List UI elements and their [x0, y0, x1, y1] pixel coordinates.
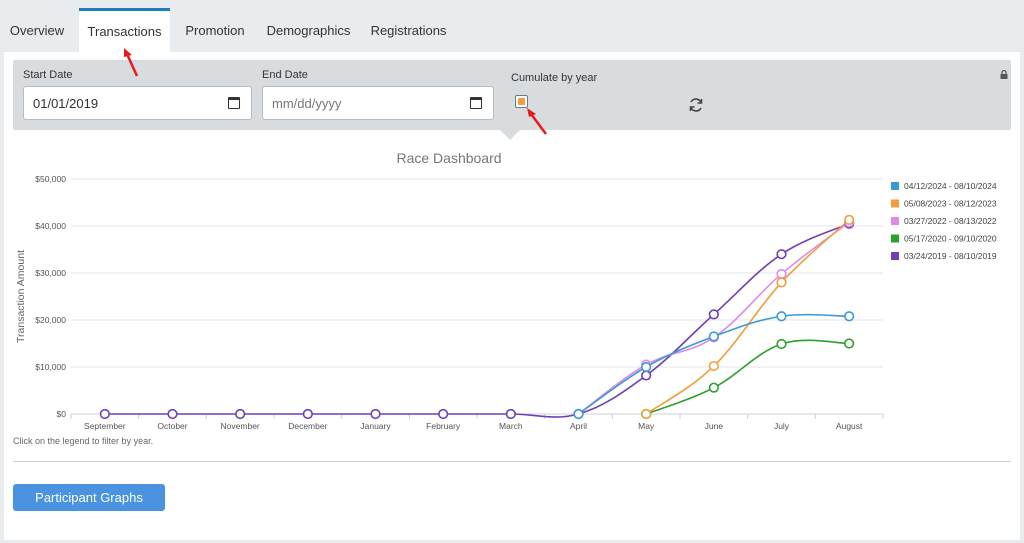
data-point	[235, 408, 246, 420]
data-point	[776, 249, 787, 260]
legend-item[interactable]: 03/27/2022 - 08/13/2022	[904, 216, 997, 226]
data-point	[167, 408, 178, 420]
data-point	[505, 408, 516, 420]
y-tick-label: $50,000	[35, 174, 66, 184]
race-dashboard-chart: Race Dashboard $0 $10,000 $20,000 $30,000 $40…	[15, 150, 997, 431]
data-point	[708, 360, 719, 372]
participant-graphs-button[interactable]: Participant Graphs	[13, 484, 165, 511]
x-tick-label: May	[638, 421, 655, 431]
annotation-arrow-tab	[124, 48, 139, 77]
legend-swatch[interactable]	[891, 217, 899, 225]
data-point	[573, 408, 584, 420]
legend-swatch[interactable]	[891, 199, 899, 208]
x-tick-label: November	[221, 421, 260, 431]
x-tick-label: December	[288, 421, 327, 431]
y-axis-label: Transaction Amount	[15, 250, 27, 343]
data-point	[776, 277, 787, 288]
data-point	[99, 408, 110, 420]
x-tick-label: March	[499, 421, 523, 431]
x-tick-label: August	[836, 421, 863, 431]
tab-overview[interactable]: Overview	[4, 8, 70, 52]
legend-item[interactable]: 03/24/2019 - 08/10/2019	[904, 251, 997, 261]
data-point	[370, 408, 381, 420]
data-point	[776, 338, 787, 350]
data-point	[302, 408, 313, 420]
chart-title: Race Dashboard	[396, 150, 501, 166]
data-point	[641, 361, 652, 373]
transactions-panel: Start Date 01/01/2019 End Date mm/dd/yyy…	[4, 52, 1020, 540]
y-tick-label: $10,000	[35, 362, 66, 372]
legend-item[interactable]: 05/17/2020 - 09/10/2020	[904, 234, 997, 244]
x-tick-label: October	[157, 421, 187, 431]
x-tick-label: January	[360, 421, 391, 431]
tab-demographics[interactable]: Demographics	[261, 8, 356, 52]
legend-item[interactable]: 05/08/2023 - 08/12/2023	[904, 199, 997, 209]
divider	[13, 461, 1011, 462]
legend-swatch[interactable]	[891, 182, 899, 190]
y-tick-label: $20,000	[35, 315, 66, 325]
series-line	[645, 219, 850, 415]
legend-swatch[interactable]	[891, 234, 899, 243]
data-point	[844, 311, 855, 322]
tab-registrations[interactable]: Registrations	[364, 8, 453, 52]
x-tick-label: July	[774, 421, 790, 431]
annotation-arrow-checkbox	[527, 108, 547, 135]
y-tick-label: $30,000	[35, 268, 66, 278]
data-point	[844, 214, 855, 225]
legend-item[interactable]: 04/12/2024 - 08/10/2024	[904, 181, 997, 191]
x-tick-label: June	[705, 421, 724, 431]
y-tick-label: $40,000	[35, 221, 66, 231]
data-point	[708, 309, 719, 320]
data-point	[708, 382, 719, 393]
y-tick-label: $0	[57, 409, 67, 419]
x-tick-label: February	[426, 421, 461, 431]
legend-swatch[interactable]	[891, 252, 899, 260]
legend-hint: Click on the legend to filter by year.	[13, 436, 154, 446]
data-point	[641, 408, 652, 420]
x-tick-label: September	[84, 421, 126, 431]
data-point	[776, 311, 787, 322]
data-point	[776, 268, 787, 280]
data-point	[844, 338, 855, 349]
x-tick-label: April	[570, 421, 587, 431]
data-point	[641, 370, 652, 381]
data-point	[438, 408, 449, 420]
tab-promotion[interactable]: Promotion	[178, 8, 252, 52]
data-point	[708, 331, 719, 342]
